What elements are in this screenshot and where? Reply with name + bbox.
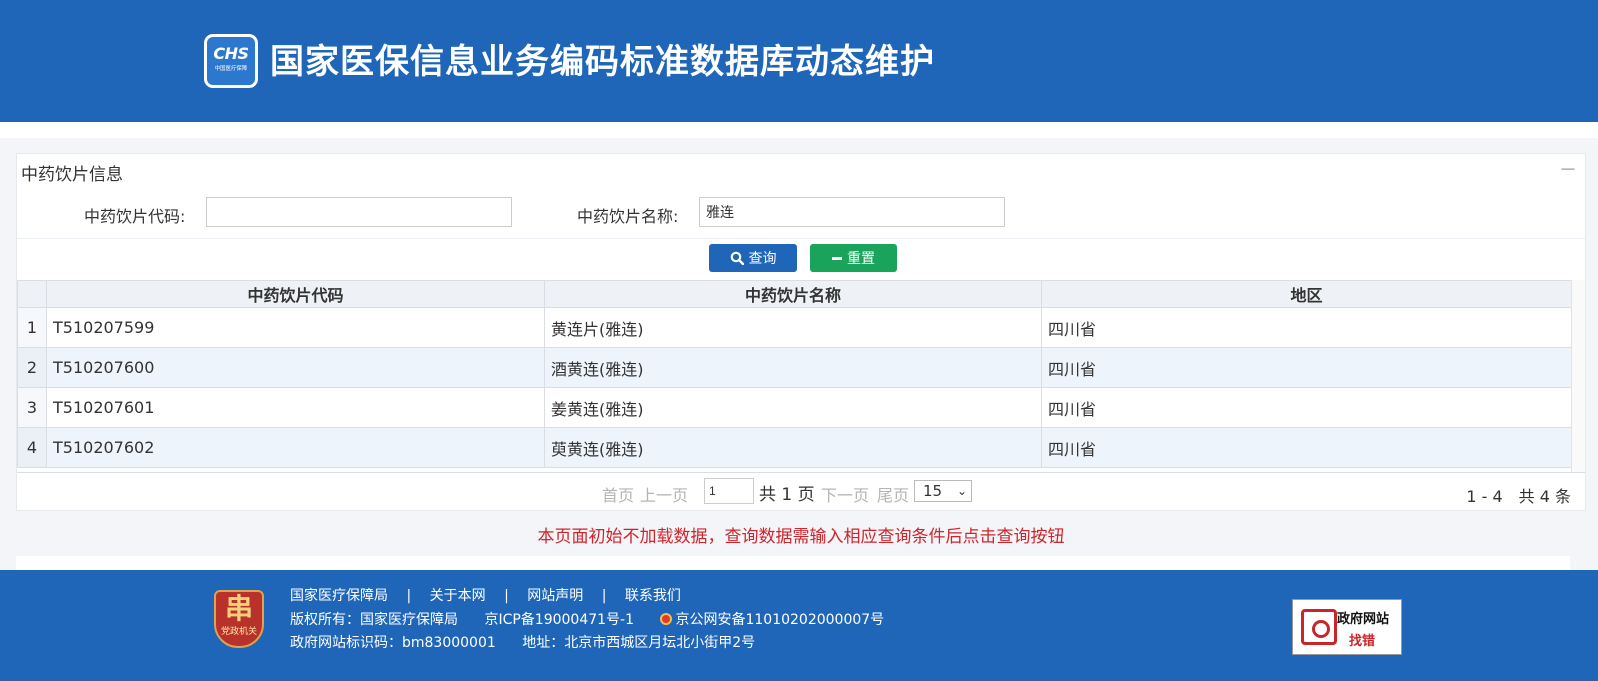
party-gov-badge[interactable]: 串 党政机关 [214,590,264,648]
badge-emblem-icon: 串 [224,592,253,625]
result-table: 中药饮片代码 中药饮片名称 地区 1 T510207599 黄连片(雅连) 四川… [17,280,1572,468]
reset-button[interactable]: 重置 [810,244,897,272]
index-column-header [17,280,47,308]
herbal-info-panel: 中药饮片信息 － 中药饮片代码: 中药饮片名称: 查询 重置 中药饮片代 [16,153,1586,511]
gov-box-title: 政府网站 [1337,612,1390,627]
footer-link-statement[interactable]: 网站声明 [527,588,583,604]
address-text: 地址：北京市西城区月坛北小街甲2号 [522,635,756,651]
column-header-code[interactable]: 中药饮片代码 [46,280,545,308]
last-page-link[interactable]: 尾页 [877,482,909,506]
pagination-bar: 首页 上一页 共 1 页 下一页 尾页 15 ⌄ 1 - 4 共 4 条 [17,472,1585,510]
gov-box-action: 找错 [1349,634,1376,649]
gov-site-report-button[interactable]: 政府网站 找错 [1292,599,1402,655]
total-pages: 共 1 页 [759,485,815,505]
police-record[interactable]: 京公网安备11010202000007号 [660,612,884,628]
cell-code: T510207600 [46,347,545,388]
copyright-text: 版权所有：国家医疗保障局 [290,612,458,628]
chs-logo[interactable]: CHS 中国医疗保障 [204,34,258,88]
table-scrollbar[interactable] [1571,280,1585,472]
table-row[interactable]: 2 T510207600 酒黄连(雅连) 四川省 [17,347,1572,388]
header-divider-strip [0,122,1598,138]
footer-links: 国家医疗保障局 | 关于本网 | 网站声明 | 联系我们 [290,585,681,605]
table-row[interactable]: 4 T510207602 萸黄连(雅连) 四川省 [17,427,1572,468]
row-index: 2 [17,347,47,388]
record-summary: 1 - 4 共 4 条 [1466,487,1571,506]
police-record-text: 京公网安备11010202000007号 [675,612,885,628]
lower-strip [16,556,1570,570]
cell-code: T510207602 [46,427,545,468]
chevron-down-icon: ⌄ [956,484,967,498]
page-size-value: 15 [923,482,943,500]
panel-title: 中药饮片信息 [21,165,123,185]
cell-region: 四川省 [1041,347,1572,388]
icp-link[interactable]: 京ICP备19000471号-1 [484,612,634,628]
form-divider [17,238,1585,239]
name-input[interactable] [699,197,1005,227]
table-header-row: 中药饮片代码 中药饮片名称 地区 [17,280,1572,308]
code-input[interactable] [206,197,512,227]
reset-button-label: 重置 [847,251,875,267]
badge-text: 党政机关 [220,627,257,637]
cell-region: 四川省 [1041,307,1572,348]
column-header-name[interactable]: 中药饮片名称 [544,280,1042,308]
next-page-link[interactable]: 下一页 [821,482,869,506]
footer-link-about[interactable]: 关于本网 [430,588,486,604]
code-label: 中药饮片代码: [84,207,186,226]
footer-separator: | [406,588,412,604]
police-badge-icon [660,613,673,625]
footer-copyright-row: 版权所有：国家医疗保障局 京ICP备19000471号-1 京公网安备11010… [290,609,884,629]
cell-name: 萸黄连(雅连) [544,427,1042,468]
footer-separator: | [504,588,509,604]
name-label: 中药饮片名称: [577,207,679,226]
query-button-label: 查询 [748,251,777,267]
notice-text: 本页面初始不加载数据，查询数据需输入相应查询条件后点击查询按钮 [537,527,1065,547]
row-index: 4 [17,427,47,468]
site-title: 国家医保信息业务编码标准数据库动态维护 [270,42,935,82]
magnifier-icon [1301,609,1337,645]
site-header: CHS 中国医疗保障 国家医保信息业务编码标准数据库动态维护 [0,0,1598,122]
page-size-select[interactable]: 15 ⌄ [914,480,972,502]
column-header-region[interactable]: 地区 [1041,280,1572,308]
row-index: 1 [17,307,47,348]
cell-region: 四川省 [1041,427,1572,468]
result-table-container: 中药饮片代码 中药饮片名称 地区 1 T510207599 黄连片(雅连) 四川… [17,280,1585,472]
site-footer: 串 党政机关 国家医疗保障局 | 关于本网 | 网站声明 | 联系我们 版权所有… [0,570,1598,681]
site-id-text: 政府网站标识码：bm83000001 [290,635,496,651]
page-number-input[interactable] [704,478,754,504]
logo-subtext: 中国医疗保障 [214,65,248,72]
cell-name: 姜黄连(雅连) [544,387,1042,428]
cell-name: 黄连片(雅连) [544,307,1042,348]
footer-link-nhsa[interactable]: 国家医疗保障局 [290,588,388,604]
search-icon [730,251,744,265]
table-row[interactable]: 1 T510207599 黄连片(雅连) 四川省 [17,307,1572,348]
cell-code: T510207599 [46,307,545,348]
minus-icon [832,256,842,260]
footer-siteid-row: 政府网站标识码：bm83000001 地址：北京市西城区月坛北小街甲2号 [290,632,755,652]
cell-name: 酒黄连(雅连) [544,347,1042,388]
query-button[interactable]: 查询 [709,244,797,272]
footer-link-contact[interactable]: 联系我们 [625,588,681,604]
table-row[interactable]: 3 T510207601 姜黄连(雅连) 四川省 [17,387,1572,428]
collapse-icon[interactable]: － [1559,156,1577,182]
logo-text: CHS [213,44,249,63]
cell-code: T510207601 [46,387,545,428]
row-index: 3 [17,387,47,428]
prev-page-link[interactable]: 上一页 [640,482,688,506]
footer-separator: | [601,588,607,604]
cell-region: 四川省 [1041,387,1572,428]
first-page-link[interactable]: 首页 [602,482,634,506]
